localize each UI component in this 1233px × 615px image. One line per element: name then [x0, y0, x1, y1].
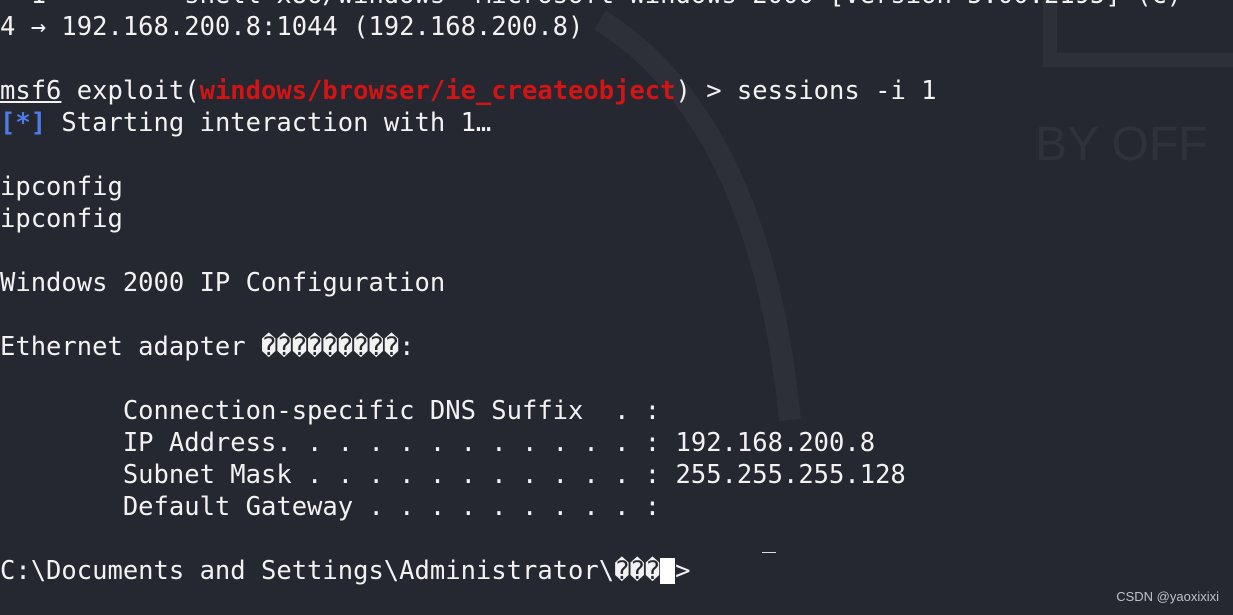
cmd-prompt-end: > [675, 556, 691, 586]
status-line: [*] Starting interaction with 1… [0, 107, 1182, 139]
cmd-prompt: C:\Documents and Settings\Administrator\… [0, 556, 661, 586]
status-text: Starting interaction with 1… [46, 108, 492, 138]
terminal-line: 4 → 192.168.200.8:1044 (192.168.200.8) [0, 12, 584, 42]
terminal-line: ipconfig [0, 204, 123, 234]
terminal-output[interactable]: 1 shell x86/windows Microsoft Windows 20… [0, 0, 1182, 587]
prompt-user: msf6 [0, 76, 62, 106]
terminal-line: IP Address. . . . . . . . . . . . : 192.… [0, 428, 876, 458]
prompt-module: windows/browser/ie_createobject [199, 76, 676, 106]
terminal-line: ipconfig [0, 172, 123, 202]
terminal-line: Windows 2000 IP Configuration [0, 268, 446, 298]
text-cursor [660, 558, 676, 584]
terminal-line: Default Gateway . . . . . . . . . : [0, 492, 661, 522]
terminal-line: Subnet Mask . . . . . . . . . . . : 255.… [0, 460, 906, 490]
prompt-command: ) > sessions -i 1 [675, 76, 937, 106]
msf-prompt-line: msf6 exploit(windows/browser/ie_createob… [0, 75, 1182, 107]
cursor-mark [762, 552, 776, 553]
terminal-line: Connection-specific DNS Suffix . : [0, 396, 661, 426]
cmd-prompt-line[interactable]: C:\Documents and Settings\Administrator\… [0, 555, 1182, 587]
csdn-credit: CSDN @yaoxixixi [1116, 589, 1219, 604]
status-marker: [*] [0, 108, 47, 138]
terminal-line: 1 shell x86/windows Microsoft Windows 20… [0, 0, 1182, 11]
terminal-line: Ethernet adapter ���������: [0, 332, 415, 362]
prompt-pre: exploit( [61, 76, 200, 106]
